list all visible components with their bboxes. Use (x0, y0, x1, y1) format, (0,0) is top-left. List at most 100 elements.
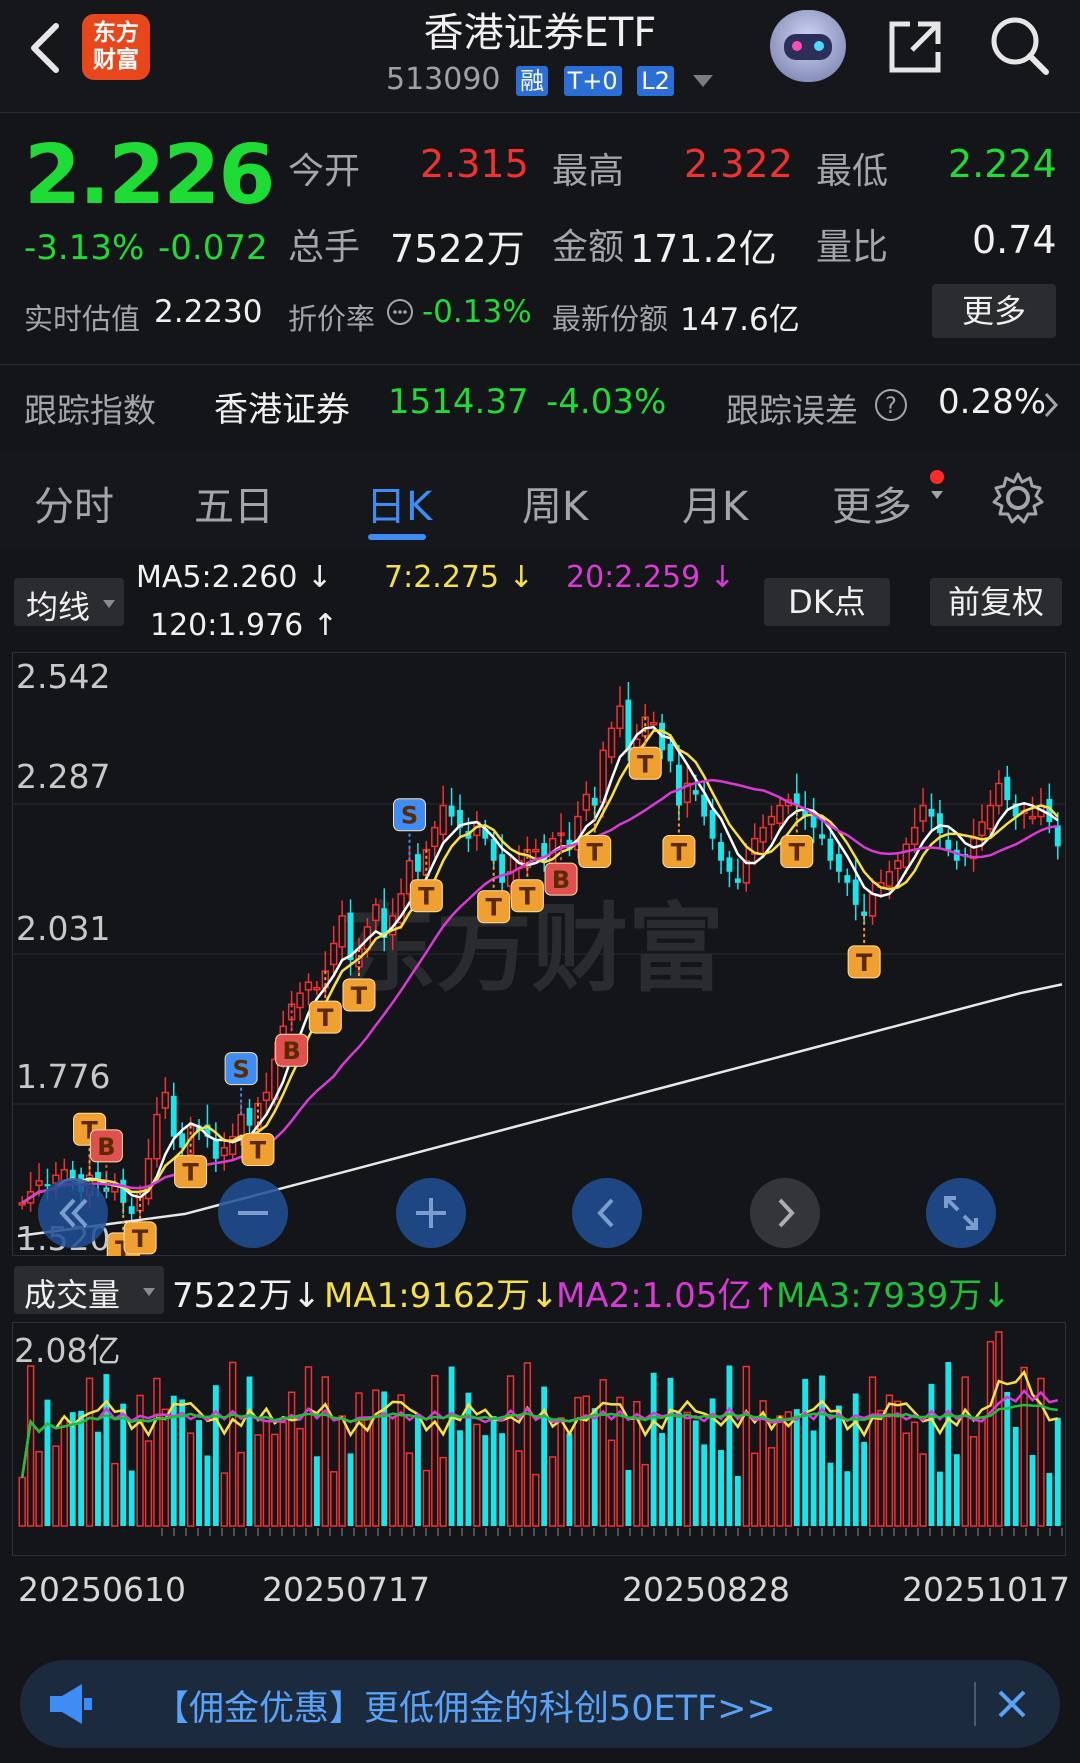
volume-bar (254, 1434, 262, 1527)
tab-five-day[interactable]: 五日 (194, 474, 274, 532)
kline-chart[interactable]: 东方财富 TBT TTSTBTTST T TBTTT TT 2.542 2.287 2.… (12, 652, 1066, 1256)
volume-bar (161, 1408, 170, 1527)
dk-point-button[interactable]: DK点 (764, 578, 890, 626)
double-chevron-left-icon (59, 1198, 88, 1228)
gear-icon[interactable] (990, 470, 1046, 526)
volume-bar (431, 1374, 439, 1527)
volume-ma3-line (20, 1403, 1058, 1478)
fullscreen-button[interactable] (926, 1178, 996, 1248)
zoom-in-button[interactable] (396, 1178, 466, 1248)
volume-bar (414, 1414, 421, 1526)
tracking-index-name[interactable]: 香港证券 (214, 382, 350, 431)
stock-code-row[interactable]: 513090 融 T+0 L2 (386, 62, 714, 97)
volume-bar (196, 1420, 202, 1526)
share-icon[interactable] (884, 16, 946, 78)
volume-bar (827, 1462, 834, 1526)
volume-bar (457, 1430, 463, 1526)
candle-body (885, 871, 894, 887)
volume-bar (120, 1403, 127, 1526)
chevron-right-icon[interactable] (1042, 390, 1060, 420)
close-icon[interactable] (992, 1684, 1032, 1724)
candle-body (936, 813, 943, 834)
robot-assistant-icon[interactable] (770, 10, 846, 82)
chart-tabs: 分时 五日 日K 周K 月K 更多 (0, 450, 1080, 550)
divider (0, 364, 1080, 365)
tab-more[interactable]: 更多 (832, 474, 912, 532)
notification-dot (930, 470, 944, 484)
volume-bar (726, 1365, 733, 1526)
caret-down-icon (931, 491, 943, 499)
volume-bar (347, 1453, 354, 1526)
candle-body (759, 826, 767, 843)
volume-bar (388, 1416, 397, 1527)
volume-bar (718, 1449, 724, 1526)
candle-body (819, 834, 825, 839)
volume-bar (330, 1471, 338, 1527)
candle-body (861, 911, 868, 916)
candle-body (928, 808, 935, 817)
candle-body (111, 1185, 119, 1193)
tracking-label: 跟踪指数 (24, 391, 156, 430)
tab-weekly-k[interactable]: 周K (522, 474, 588, 532)
margin-tag: 融 (516, 66, 549, 96)
volume-bar (625, 1469, 632, 1526)
candle-body (675, 764, 682, 806)
volume-bar (742, 1365, 750, 1527)
tab-monthly-k[interactable]: 月K (682, 474, 748, 532)
marker-label: T (637, 750, 654, 778)
volume-bar (953, 1454, 960, 1526)
volume-bar (566, 1433, 573, 1526)
candle-body (910, 826, 919, 845)
ma7-value: 7:2.275 ↓ (384, 560, 534, 595)
volume-bar (852, 1393, 859, 1526)
candle-body (978, 821, 986, 837)
volume-bar (910, 1421, 919, 1527)
help-icon[interactable]: ? (874, 388, 908, 422)
marker-label: T (856, 949, 873, 977)
discount-label: 折价率 (288, 302, 376, 336)
candle-body (1028, 815, 1037, 820)
volume-chart[interactable]: 2.08亿 (12, 1322, 1066, 1556)
scroll-right-button[interactable] (750, 1178, 820, 1248)
volume-bar (936, 1471, 943, 1526)
volume-bar (473, 1423, 481, 1527)
promo-banner[interactable]: 【佣金优惠】更低佣金的科创50ETF>> (20, 1660, 1060, 1748)
marker-label: T (418, 883, 435, 911)
volume-bar (750, 1452, 759, 1527)
x-tick: 20250610 (18, 1570, 186, 1609)
volume-bar (861, 1441, 868, 1526)
volume-bar (784, 1411, 793, 1527)
scroll-left-button[interactable] (572, 1178, 642, 1248)
volume-bar (103, 1374, 110, 1526)
candle-body (827, 838, 834, 861)
info-icon[interactable] (386, 298, 414, 326)
volume-indicator-selector[interactable]: 成交量 (14, 1266, 164, 1314)
candle-body (582, 793, 591, 811)
tab-daily-k[interactable]: 日K (366, 474, 432, 532)
volume-bar (515, 1450, 523, 1527)
ma-selector[interactable]: 均线 (14, 578, 124, 626)
candle-body (692, 790, 699, 795)
tab-intraday[interactable]: 分时 (34, 474, 114, 532)
volume-bar (304, 1366, 313, 1527)
volume-bar (69, 1412, 76, 1526)
more-button[interactable]: 更多 (932, 284, 1056, 338)
svg-text:?: ? (885, 394, 897, 419)
jump-start-button[interactable] (38, 1178, 108, 1248)
zoom-out-button[interactable] (218, 1178, 288, 1248)
x-tick: 20250717 (262, 1570, 430, 1609)
volume-bar (868, 1376, 877, 1527)
candle-body (616, 705, 624, 730)
volume-bar (262, 1416, 271, 1527)
volume-bar (52, 1445, 60, 1527)
search-icon[interactable] (988, 14, 1050, 76)
volume-bar (591, 1408, 598, 1526)
candle-body (499, 854, 506, 883)
low-value: 2.224 (948, 142, 1057, 186)
candle-body (431, 826, 439, 848)
adjust-button[interactable]: 前复权 (930, 578, 1062, 626)
volume-bar (338, 1415, 346, 1527)
candle-body (439, 804, 447, 835)
candle-body (709, 809, 716, 839)
marker-label: T (587, 839, 604, 867)
